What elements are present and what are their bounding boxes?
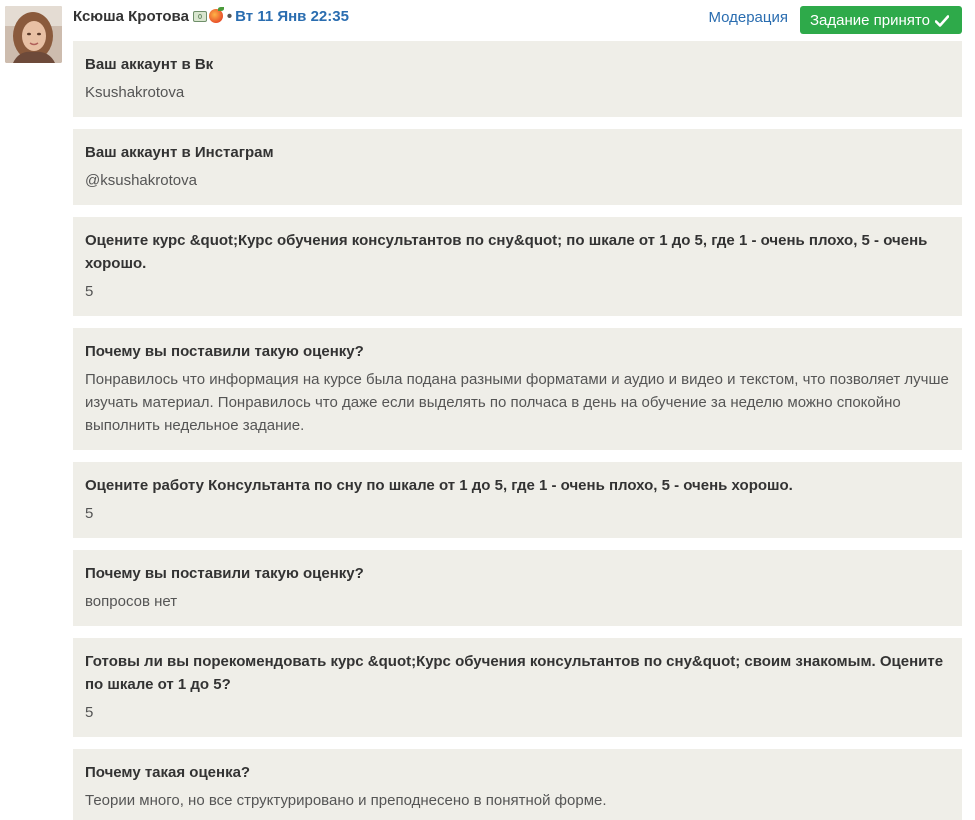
question-text: Почему вы поставили такую оценку? [85, 565, 364, 582]
question-text: Оцените курс &quot;Курс обучения консуль… [85, 232, 928, 272]
answer-card: Почему такая оценка? Теории много, но вс… [73, 749, 962, 820]
question-text: Почему вы поставили такую оценку? [85, 343, 364, 360]
answer-text: Ksushakrotova [85, 84, 185, 101]
answer-card: Готовы ли вы порекомендовать курс &quot;… [73, 638, 962, 737]
question-text: Почему такая оценка? [85, 764, 251, 781]
separator-dot: • [226, 8, 233, 25]
answer-text: 5 [85, 704, 94, 721]
money-icon [192, 11, 207, 22]
answer-card: Оцените курс &quot;Курс обучения консуль… [73, 217, 962, 316]
author-name[interactable]: Ксюша Кротова [73, 8, 189, 25]
answer-text: 5 [85, 283, 94, 300]
answer-text: Теории много, но все структурировано и п… [85, 792, 607, 809]
answer-text: 5 [85, 505, 94, 522]
task-accepted-button[interactable]: Задание принято [800, 6, 962, 34]
peach-icon [208, 7, 224, 23]
author-line: Ксюша Кротова • Вт 11 Янв 22:35 [73, 7, 349, 25]
answer-card: Ваш аккаунт в Инстаграм @ksushakrotova [73, 129, 962, 205]
answer-card: Почему вы поставили такую оценку? Понрав… [73, 328, 962, 450]
submission-date[interactable]: Вт 11 Янв 22:35 [235, 8, 349, 25]
status-label: Задание принято [810, 11, 930, 29]
moderation-link[interactable]: Модерация [708, 9, 788, 26]
question-text: Готовы ли вы порекомендовать курс &quot;… [85, 653, 944, 693]
answer-card: Ваш аккаунт в Вк Ksushakrotova [73, 41, 962, 117]
check-icon [934, 14, 950, 27]
answer-card: Оцените работу Консультанта по сну по шк… [73, 462, 962, 538]
question-text: Оцените работу Консультанта по сну по шк… [85, 477, 793, 494]
answer-text: @ksushakrotova [85, 172, 197, 189]
submission-view: Ксюша Кротова • Вт 11 Янв 22:35 Модерация … [0, 0, 975, 820]
answers-list: Ваш аккаунт в Вк Ksushakrotova Ваш аккау… [73, 41, 962, 820]
answer-card: Почему вы поставили такую оценку? вопрос… [73, 550, 962, 626]
question-text: Ваш аккаунт в Инстаграм [85, 144, 274, 161]
answer-text: вопросов нет [85, 593, 178, 610]
submission-header: Ксюша Кротова • Вт 11 Янв 22:35 Модерация … [73, 0, 962, 38]
question-text: Ваш аккаунт в Вк [85, 56, 214, 73]
avatar[interactable] [5, 6, 62, 63]
answer-text: Понравилось что информация на курсе была… [85, 371, 949, 434]
